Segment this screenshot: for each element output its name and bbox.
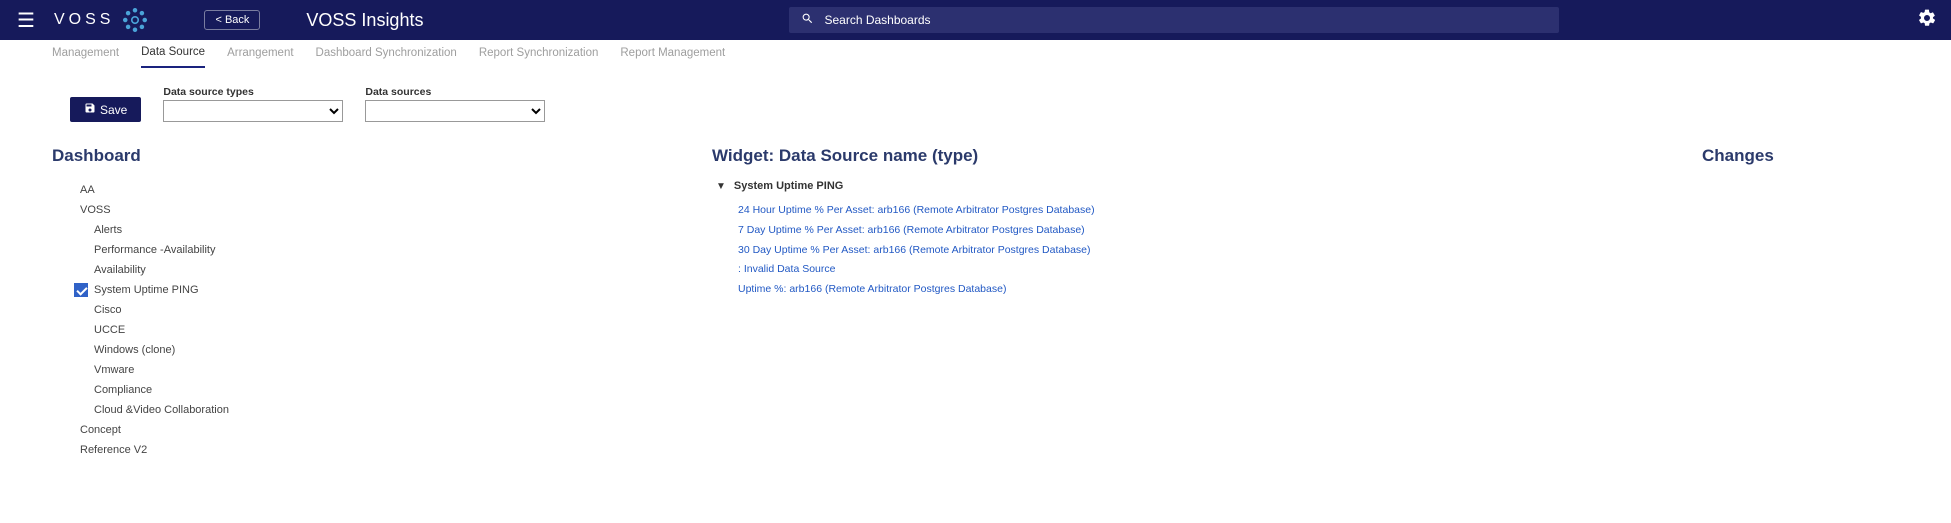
data-sources-label: Data sources bbox=[365, 86, 545, 98]
tree-row[interactable]: VOSS bbox=[52, 200, 682, 220]
widget-item[interactable]: : Invalid Data Source bbox=[738, 261, 1672, 278]
tree-row[interactable]: UCCE bbox=[52, 320, 682, 340]
data-source-types-label: Data source types bbox=[163, 86, 343, 98]
tree-row[interactable]: Windows (clone) bbox=[52, 340, 682, 360]
widget-column-title: Widget: Data Source name (type) bbox=[712, 146, 1672, 166]
tab-management[interactable]: Management bbox=[52, 47, 119, 67]
widget-group-header[interactable]: ▼ System Uptime PING bbox=[712, 180, 1672, 192]
brand-text: VOSS bbox=[54, 11, 114, 29]
gear-icon[interactable] bbox=[1917, 8, 1937, 33]
tree-row[interactable]: Cloud &Video Collaboration bbox=[52, 400, 682, 420]
widget-item[interactable]: 7 Day Uptime % Per Asset: arb166 (Remote… bbox=[738, 222, 1672, 239]
tree-row-label: Concept bbox=[80, 424, 121, 436]
widget-item[interactable]: Uptime %: arb166 (Remote Arbitrator Post… bbox=[738, 281, 1672, 298]
tree-row-label: Availability bbox=[94, 264, 146, 276]
dashboard-column-title: Dashboard bbox=[52, 146, 682, 166]
back-button[interactable]: < Back bbox=[204, 10, 260, 30]
tree-row-label: Cloud &Video Collaboration bbox=[94, 404, 229, 416]
tree-row-label: System Uptime PING bbox=[94, 284, 199, 296]
tree-row[interactable]: System Uptime PING bbox=[52, 280, 682, 300]
tree-row[interactable]: Performance -Availability bbox=[52, 240, 682, 260]
data-sources-select[interactable] bbox=[365, 100, 545, 122]
menu-icon[interactable]: ☰ bbox=[14, 8, 38, 33]
save-button-label: Save bbox=[100, 103, 127, 117]
changes-column: Changes bbox=[1702, 134, 1899, 460]
dashboard-column: Dashboard AA VOSS Alerts Performance -Avail… bbox=[52, 134, 682, 460]
app-bar: ☰ VOSS < Back VOSS Insights bbox=[0, 0, 1951, 40]
widget-item[interactable]: 30 Day Uptime % Per Asset: arb166 (Remot… bbox=[738, 242, 1672, 259]
dashboard-tree: AA VOSS Alerts Performance -Availability Ava… bbox=[52, 180, 682, 460]
search-input[interactable] bbox=[824, 13, 1547, 27]
app-title: VOSS Insights bbox=[306, 10, 423, 31]
changes-column-title: Changes bbox=[1702, 146, 1899, 166]
tree-row[interactable]: Concept bbox=[52, 420, 682, 440]
tab-arrangement[interactable]: Arrangement bbox=[227, 47, 293, 67]
widget-item[interactable]: 24 Hour Uptime % Per Asset: arb166 (Remo… bbox=[738, 202, 1672, 219]
widget-column: Widget: Data Source name (type) ▼ System… bbox=[712, 134, 1672, 460]
tree-row[interactable]: Compliance bbox=[52, 380, 682, 400]
data-sources-field: Data sources bbox=[365, 86, 545, 122]
tree-row-label: UCCE bbox=[94, 324, 125, 336]
widget-list: 24 Hour Uptime % Per Asset: arb166 (Remo… bbox=[712, 202, 1672, 298]
tree-row-label: Compliance bbox=[94, 384, 152, 396]
data-source-types-select[interactable] bbox=[163, 100, 343, 122]
tree-row-label: VOSS bbox=[80, 204, 111, 216]
search-icon bbox=[801, 12, 814, 28]
widget-group-label: System Uptime PING bbox=[734, 180, 843, 192]
brand-logo: VOSS bbox=[54, 7, 148, 33]
tree-row[interactable]: Alerts bbox=[52, 220, 682, 240]
tree-row-label: AA bbox=[80, 184, 95, 196]
search-container[interactable] bbox=[789, 7, 1559, 33]
brand-logo-icon bbox=[122, 7, 148, 33]
tree-row-label: Alerts bbox=[94, 224, 122, 236]
tab-strip: Management Data Source Arrangement Dashboar… bbox=[0, 40, 1951, 74]
tree-row-label: Cisco bbox=[94, 304, 122, 316]
tab-report-management[interactable]: Report Management bbox=[620, 47, 725, 67]
tab-dashboard-synchronization[interactable]: Dashboard Synchronization bbox=[316, 47, 457, 67]
data-source-types-field: Data source types bbox=[163, 86, 343, 122]
tab-data-source[interactable]: Data Source bbox=[141, 46, 205, 68]
checkbox[interactable] bbox=[74, 283, 88, 297]
tab-report-synchronization[interactable]: Report Synchronization bbox=[479, 47, 599, 67]
tree-row[interactable]: AA bbox=[52, 180, 682, 200]
tree-row[interactable]: Availability bbox=[52, 260, 682, 280]
main-columns: Dashboard AA VOSS Alerts Performance -Avail… bbox=[0, 134, 1951, 500]
tree-row-label: Reference V2 bbox=[80, 444, 147, 456]
tree-row-label: Performance -Availability bbox=[94, 244, 215, 256]
save-icon bbox=[84, 102, 96, 117]
tree-row[interactable]: Cisco bbox=[52, 300, 682, 320]
tree-row[interactable]: Reference V2 bbox=[52, 440, 682, 460]
tree-row-label: Vmware bbox=[94, 364, 134, 376]
toolbar: Save Data source types Data sources bbox=[0, 74, 1951, 134]
save-button[interactable]: Save bbox=[70, 97, 141, 122]
caret-down-icon: ▼ bbox=[716, 181, 726, 192]
tree-row[interactable]: Vmware bbox=[52, 360, 682, 380]
tree-row-label: Windows (clone) bbox=[94, 344, 175, 356]
